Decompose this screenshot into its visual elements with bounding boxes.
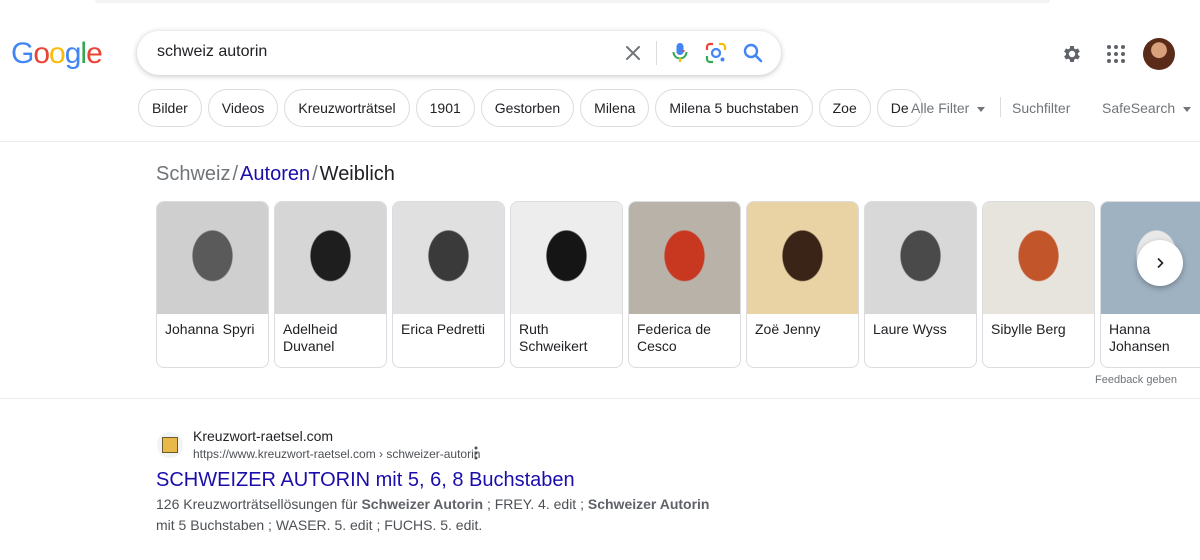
breadcrumb: Schweiz / Autoren / Weiblich [156,161,395,187]
filter-chip-zoe[interactable]: Zoe [818,89,871,127]
filter-divider [1000,97,1001,117]
author-card[interactable]: Erica Pedretti [392,201,505,368]
author-photo [629,202,740,314]
author-card[interactable]: Federica de Cesco [628,201,741,368]
author-photo [865,202,976,314]
search-divider [656,41,657,65]
section-divider [0,398,1200,399]
author-card[interactable]: Laure Wyss [864,201,977,368]
result-url[interactable]: https://www.kreuzwort-raetsel.com › schw… [193,447,480,461]
author-name: Erica Pedretti [401,321,486,337]
filter-chip-videos[interactable]: Videos [207,89,279,127]
filter-chip-milena[interactable]: Milena [580,89,650,127]
author-name: Zoë Jenny [755,321,821,337]
close-icon[interactable] [621,41,645,65]
filter-chip-gestorben[interactable]: Gestorben [480,89,575,127]
filter-chip-kreuzworträtsel[interactable]: Kreuzworträtsel [284,89,410,127]
filter-chip-bilder[interactable]: Bilder [138,89,202,127]
filter-chips: Bilder Videos Kreuzworträtsel 1901 Gestorben… [138,89,923,127]
result-title-link[interactable]: SCHWEIZER AUTORIN mit 5, 6, 8 Buchstaben [156,467,575,493]
author-photo [511,202,622,314]
logo-letter: G [11,37,34,70]
logo-letter: o [33,37,50,70]
breadcrumb-autoren[interactable]: Autoren [240,163,310,185]
breadcrumb-separator: / [232,163,239,185]
author-photo [393,202,504,314]
all-filters-label: Alle Filter [911,100,970,116]
google-logo[interactable]: Google [11,36,103,72]
author-name: Adelheid Duvanel [283,321,338,354]
snippet-text: ; FREY. 4. edit ; [483,496,588,512]
lens-icon[interactable] [704,41,728,65]
header-divider [0,141,1200,142]
search-filter-button[interactable]: Suchfilter [1012,100,1070,116]
filter-chip-milena-5-buchstaben[interactable]: Milena 5 buchstaben [655,89,813,127]
author-carousel: Johanna Spyri Adelheid Duvanel Erica Pedre… [156,201,1200,369]
caret-down-icon [1183,106,1192,112]
author-card[interactable]: Hanna Johansen [1100,201,1200,368]
result-site-name[interactable]: Kreuzwort-raetsel.com [193,428,333,444]
author-name: Ruth Schweikert [519,321,588,354]
author-card[interactable]: Johanna Spyri [156,201,269,368]
logo-letter: o [49,37,66,70]
author-card[interactable]: Adelheid Duvanel [274,201,387,368]
filter-chip-1901[interactable]: 1901 [415,89,475,127]
more-options-icon[interactable] [474,446,478,460]
logo-letter: g [64,37,82,70]
site-favicon-icon[interactable] [157,432,183,458]
snippet-text: mit 5 Buchstaben ; WASER. 5. edit ; FUCH… [156,517,483,533]
author-card[interactable]: Sibylle Berg [982,201,1095,368]
snippet-highlight: Schweizer Autorin [361,496,484,512]
breadcrumb-separator: / [312,163,318,185]
author-card[interactable]: Ruth Schweikert [510,201,623,368]
search-icon[interactable] [741,41,765,65]
result-snippet: 126 Kreuzworträtsellösungen für Schweize… [156,494,716,536]
microphone-icon[interactable] [668,41,692,65]
author-photo [157,202,268,314]
author-photo [983,202,1094,314]
safesearch-label: SafeSearch [1102,100,1176,116]
breadcrumb-weiblich: Weiblich [319,163,395,185]
author-name: Sibylle Berg [991,321,1066,337]
logo-letter: e [86,37,103,70]
feedback-link[interactable]: Feedback geben [1095,374,1177,386]
snippet-text: 126 Kreuzworträtsellösungen für [156,496,362,512]
author-photo [747,202,858,314]
top-strip-bar [95,0,1050,3]
snippet-highlight: Schweizer Autorin [587,496,710,512]
search-input[interactable]: schweiz autorin [157,43,267,61]
safesearch-button[interactable]: SafeSearch [1102,100,1192,116]
author-name: Laure Wyss [873,321,947,337]
author-photo [275,202,386,314]
search-box[interactable]: schweiz autorin [137,31,781,75]
author-name: Johanna Spyri [165,321,255,337]
avatar[interactable] [1143,38,1175,70]
breadcrumb-schweiz[interactable]: Schweiz [156,163,230,185]
author-name: Federica de Cesco [637,321,711,354]
apps-grid-icon[interactable] [1102,40,1130,68]
gear-icon[interactable] [1058,40,1086,68]
author-card[interactable]: Zoë Jenny [746,201,859,368]
all-filters-button[interactable]: Alle Filter [911,100,986,116]
author-name: Hanna Johansen [1109,321,1170,354]
caret-down-icon [977,106,986,112]
top-strip [0,0,1200,8]
chevron-right-icon [1157,257,1164,269]
carousel-next-button[interactable] [1137,240,1183,286]
